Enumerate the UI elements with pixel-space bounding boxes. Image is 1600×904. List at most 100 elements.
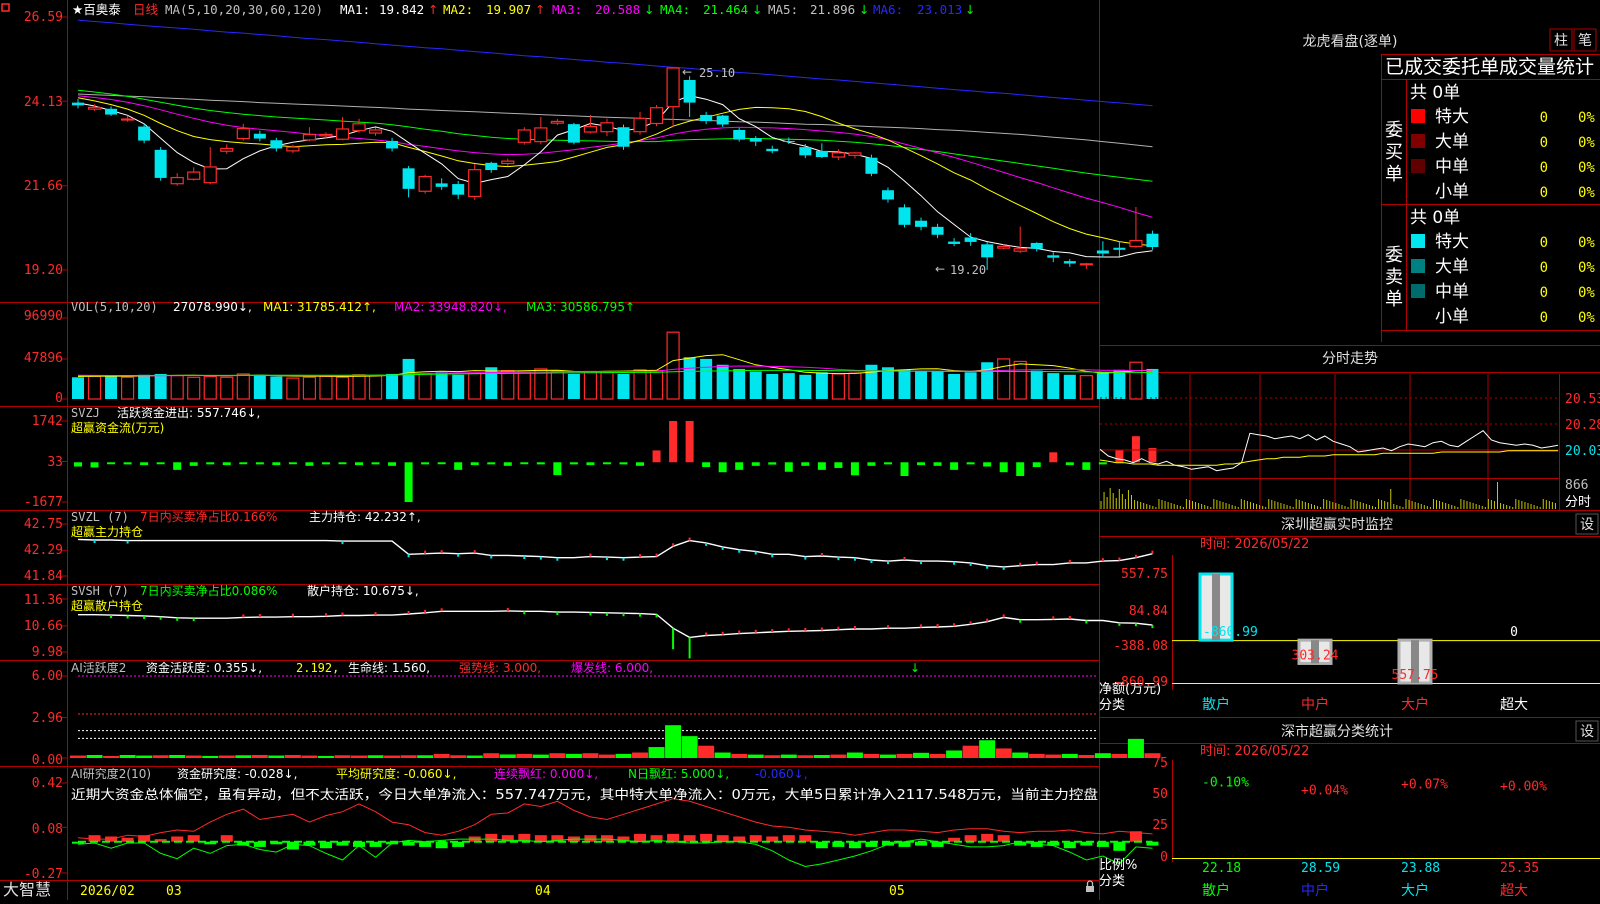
candle-body [815, 150, 828, 158]
vol-bar [386, 373, 399, 399]
svzj-bar [404, 462, 413, 502]
ma-label: MA(5,10,20,30,60,120) [165, 2, 323, 17]
vol-bar [848, 372, 862, 400]
aiact-bar [532, 754, 549, 758]
classify-settings-label: 设 [1580, 724, 1594, 740]
svzj-bar [156, 462, 165, 465]
svzj-bar [619, 462, 628, 465]
aiact-life: 生命线: 1.560, [348, 660, 430, 675]
sell-total: 共 0单 [1410, 208, 1460, 228]
svzj-bar [1016, 462, 1025, 477]
ma6-arrow: ↓ [965, 2, 975, 17]
aires-last: -0.060↓, [755, 767, 808, 781]
svzj-bar [735, 462, 744, 470]
vol-bar [402, 358, 415, 399]
aiact-text: 资金活跃度: 0.355↓, [146, 660, 262, 675]
svzj-bar [999, 462, 1008, 473]
intraday-tick-1: 20.53 [1565, 392, 1600, 407]
vol-bar [286, 377, 300, 400]
aiact-bar [747, 754, 764, 758]
svsh-text: 散户持仓: 10.675↓, [307, 583, 419, 598]
candle-body [517, 129, 531, 143]
candle-body [649, 107, 664, 125]
svzj-bar [950, 462, 959, 470]
aiact-bar [1127, 738, 1144, 758]
aiact-bar [896, 753, 913, 758]
sell-row-swatch-1 [1411, 259, 1425, 273]
candle-body [335, 128, 350, 140]
period-label[interactable]: 日线 [133, 2, 159, 17]
ma5-value: 21.896 [810, 2, 855, 17]
candle-body [1063, 261, 1076, 264]
candle-body [716, 115, 729, 125]
aiact-bar [367, 755, 384, 758]
candle-body [583, 125, 598, 133]
sell-row-name-1: 大单 [1435, 257, 1469, 277]
aiact-bar [632, 752, 649, 758]
svzj-bar [388, 462, 397, 466]
vol-bar [154, 373, 167, 399]
vol-bar [138, 374, 151, 399]
svzj-bar [553, 462, 562, 476]
vol-label: VOL(5,10,20) [71, 300, 158, 314]
candle-body [1079, 263, 1093, 266]
aiact-bar [879, 754, 896, 758]
aires-text: 资金研究度: -0.028↓, [177, 766, 297, 781]
vol-bar [583, 370, 598, 400]
aiact-bar [731, 753, 748, 758]
vol-bar [468, 372, 482, 400]
vol-bar [782, 373, 795, 399]
buy-row-swatch-0 [1411, 109, 1425, 123]
svzj-label: SVZJ [71, 406, 100, 420]
aiact-label: AI活跃度2 [71, 660, 126, 675]
svzj-bar [520, 462, 529, 465]
classify-category-3: 超大 [1500, 883, 1528, 899]
monitor-value-label-0: -860.99 [1203, 625, 1258, 640]
ma2-value: 19.907 [486, 2, 531, 17]
buy-vertical-1: 委 [1385, 120, 1403, 141]
classify-category-0: 散户 [1202, 882, 1230, 899]
intraday-vol-tick: 866 [1565, 478, 1588, 493]
monitor-title: 深圳超赢实时监控 [1281, 516, 1393, 533]
classify-tick-4: 0 [1160, 850, 1168, 865]
candle-body [799, 147, 812, 156]
monitor-tick-3: -388.08 [1113, 639, 1168, 654]
ma4-arrow: ↓ [752, 2, 762, 17]
svzj-bar [1065, 462, 1074, 466]
candle-body [964, 237, 977, 242]
candle-body [782, 140, 795, 142]
svzj-bar [470, 462, 479, 466]
candle-body [220, 147, 234, 152]
aiact-bar [268, 755, 285, 758]
sell-row-pct-1: 0% [1578, 260, 1595, 276]
vol-bar [831, 373, 845, 400]
sell-row-count-2: 0 [1540, 285, 1548, 301]
vol-bar [865, 364, 878, 399]
candle-body [1047, 255, 1060, 258]
svzj-bar [371, 462, 380, 465]
vol-bar [452, 374, 465, 399]
vol-ma1: MA1: 31785.412↑, [263, 300, 376, 314]
candle-body [1096, 250, 1109, 254]
monitor-xlabel: 分类 [1099, 698, 1125, 713]
vol-bar [1113, 369, 1126, 399]
classify-tick-3: 25 [1152, 818, 1168, 833]
vol-bar [87, 375, 102, 400]
aiact-bar [516, 753, 533, 758]
ma6-label: MA6: [873, 2, 903, 17]
buy-row-swatch-1 [1411, 134, 1425, 148]
aiact-bar [979, 740, 996, 758]
aiact-bar [598, 754, 615, 758]
svsh-tick-3: 9.98 [32, 645, 63, 660]
vol-bar [517, 371, 531, 400]
candle-body [120, 118, 135, 121]
aiact-bar [549, 753, 566, 758]
svzj-bar [173, 462, 182, 470]
buy-row-pct-2: 0% [1578, 160, 1595, 176]
candle-body [270, 140, 283, 149]
vol-bar [1129, 361, 1143, 400]
classify-title: 深市超赢分类统计 [1281, 723, 1393, 740]
buy-row-count-3: 0 [1540, 185, 1548, 201]
ma5-label: MA5: [768, 2, 798, 17]
svzj-bar [718, 462, 727, 473]
